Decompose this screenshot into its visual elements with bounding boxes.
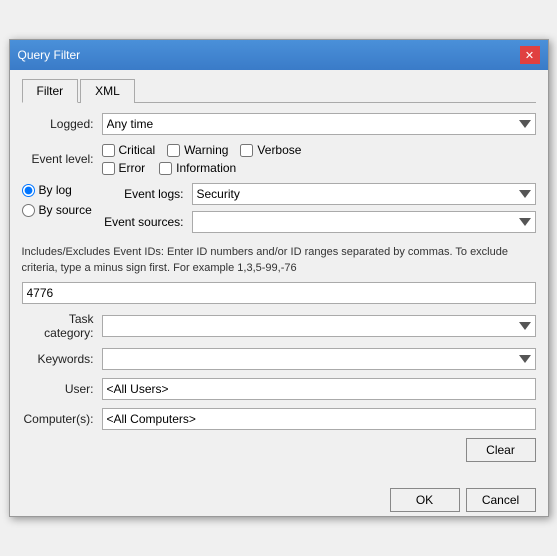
tabs-bar: Filter XML xyxy=(22,78,536,103)
radio-column: By log By source xyxy=(22,183,102,239)
logged-control: Any time Last hour Last 12 hours Last 24… xyxy=(102,113,536,135)
checkbox-warning-input[interactable] xyxy=(167,144,180,157)
query-filter-dialog: Query Filter ✕ Filter XML Logged: Any ti… xyxy=(9,39,549,517)
task-category-row: Task category: xyxy=(22,312,536,340)
checkbox-information[interactable]: Information xyxy=(159,161,236,175)
logged-dropdown[interactable]: Any time Last hour Last 12 hours Last 24… xyxy=(102,113,536,135)
checkbox-error-input[interactable] xyxy=(102,162,115,175)
checkboxes-row-2: Error Information xyxy=(102,161,536,175)
radio-by-source[interactable]: By source xyxy=(22,203,102,217)
hint-text: Includes/Excludes Event IDs: Enter ID nu… xyxy=(22,245,536,276)
user-control xyxy=(102,378,536,400)
event-logs-row: Event logs: Security Application System … xyxy=(102,183,536,205)
event-logs-dropdown[interactable]: Security Application System Setup xyxy=(192,183,536,205)
radio-by-source-input[interactable] xyxy=(22,204,35,217)
radio-by-log-input[interactable] xyxy=(22,184,35,197)
event-level-label: Event level: xyxy=(22,152,102,166)
computer-row: Computer(s): xyxy=(22,408,536,430)
log-source-section: By log By source Event logs: Security Ap… xyxy=(22,183,536,239)
computer-input[interactable] xyxy=(102,408,536,430)
checkbox-error[interactable]: Error xyxy=(102,161,146,175)
user-input[interactable] xyxy=(102,378,536,400)
checkbox-critical-input[interactable] xyxy=(102,144,115,157)
logged-label: Logged: xyxy=(22,117,102,131)
event-id-input[interactable] xyxy=(22,282,536,304)
checkbox-verbose-input[interactable] xyxy=(240,144,253,157)
clear-area: Clear xyxy=(22,438,536,462)
event-sources-label: Event sources: xyxy=(102,215,192,229)
checkboxes-row-1: Critical Warning Verbose xyxy=(102,143,536,157)
keywords-label: Keywords: xyxy=(22,352,102,366)
cancel-button[interactable]: Cancel xyxy=(466,488,536,512)
tab-filter[interactable]: Filter xyxy=(22,79,79,103)
event-logs-label: Event logs: xyxy=(102,187,192,201)
task-category-control xyxy=(102,315,536,337)
user-label: User: xyxy=(22,382,102,396)
computer-control xyxy=(102,408,536,430)
checkbox-critical[interactable]: Critical xyxy=(102,143,156,157)
tab-xml[interactable]: XML xyxy=(80,79,135,103)
title-bar: Query Filter ✕ xyxy=(10,40,548,70)
keywords-dropdown[interactable] xyxy=(102,348,536,370)
close-button[interactable]: ✕ xyxy=(520,46,540,64)
dialog-title: Query Filter xyxy=(18,48,81,62)
task-category-label: Task category: xyxy=(22,312,102,340)
event-id-row xyxy=(22,282,536,304)
logged-row: Logged: Any time Last hour Last 12 hours… xyxy=(22,113,536,135)
task-category-dropdown[interactable] xyxy=(102,315,536,337)
dialog-body: Filter XML Logged: Any time Last hour La… xyxy=(10,70,548,480)
clear-button[interactable]: Clear xyxy=(466,438,536,462)
checkbox-verbose[interactable]: Verbose xyxy=(240,143,301,157)
event-sources-row: Event sources: xyxy=(102,211,536,233)
event-fields: Event logs: Security Application System … xyxy=(102,183,536,239)
computer-label: Computer(s): xyxy=(22,412,102,426)
footer: OK Cancel xyxy=(10,480,548,516)
event-level-checkboxes: Critical Warning Verbose Error xyxy=(102,143,536,175)
keywords-control xyxy=(102,348,536,370)
radio-by-log[interactable]: By log xyxy=(22,183,102,197)
event-sources-dropdown[interactable] xyxy=(192,211,536,233)
event-level-row: Event level: Critical Warning Verbose xyxy=(22,143,536,175)
user-row: User: xyxy=(22,378,536,400)
ok-button[interactable]: OK xyxy=(390,488,460,512)
checkbox-warning[interactable]: Warning xyxy=(167,143,228,157)
checkbox-information-input[interactable] xyxy=(159,162,172,175)
keywords-row: Keywords: xyxy=(22,348,536,370)
